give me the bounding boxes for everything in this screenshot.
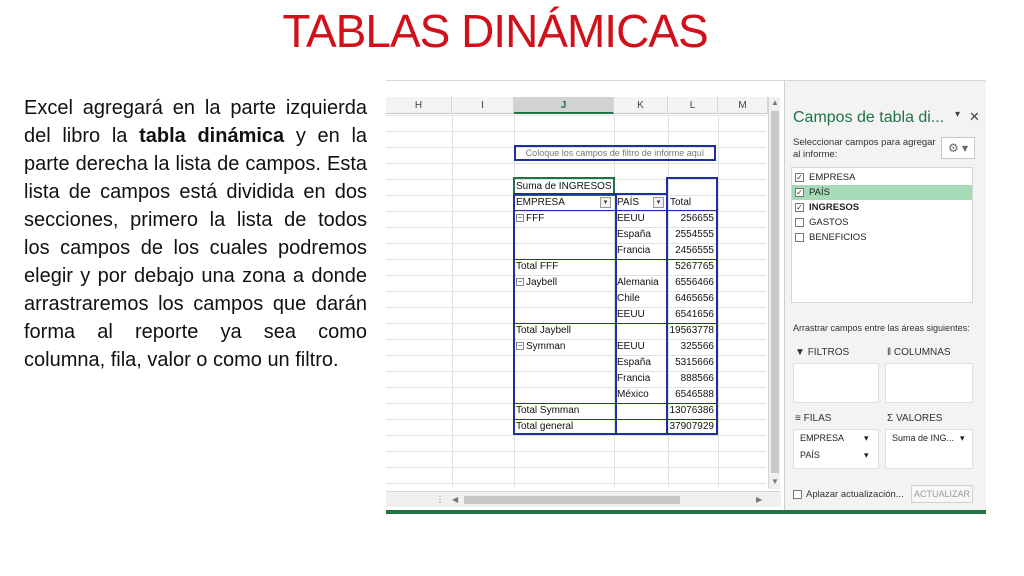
defer-update-label: Aplazar actualización... [806, 489, 904, 500]
checkbox-ingresos[interactable]: ✓ [795, 203, 804, 212]
columns-drop-zone[interactable] [885, 363, 973, 403]
close-icon[interactable]: ✕ [969, 109, 980, 125]
defer-update-option[interactable]: Aplazar actualización... [793, 489, 904, 500]
field-label: BENEFICIOS [809, 232, 867, 243]
pivot-frame-empresa [513, 193, 617, 435]
row-chip-empresa[interactable]: EMPRESA [800, 433, 844, 443]
chip-label: Suma de ING... [892, 433, 955, 443]
field-beneficios[interactable]: BENEFICIOS [792, 230, 972, 245]
field-label: PAÍS [809, 187, 830, 198]
column-header-m[interactable]: M [718, 97, 768, 114]
rows-icon: ≡ [795, 413, 804, 424]
field-gastos[interactable]: GASTOS [792, 215, 972, 230]
paragraph-part-2: y en la parte derecha la lista de campos… [24, 125, 368, 371]
gear-icon[interactable]: ⚙ ▾ [941, 137, 975, 159]
slide-title: TABLAS DINÁMICAS [282, 5, 708, 57]
slide-paragraph: Excel agregará en la parte izquierda del… [24, 94, 367, 374]
vertical-scrollbar[interactable]: ▲ ▼ [768, 97, 780, 489]
chip-label: EMPRESA [800, 433, 845, 443]
values-drop-zone[interactable]: Suma de ING... ▾ [885, 429, 973, 469]
rows-area-text: FILAS [803, 413, 832, 424]
field-empresa[interactable]: ✓ EMPRESA [792, 170, 972, 185]
update-button[interactable]: ACTUALIZAR [911, 485, 973, 503]
column-header-j[interactable]: J [514, 97, 614, 114]
pivot-field-list-pane: Campos de tabla di... ▾ ✕ Seleccionar ca… [784, 81, 986, 514]
scroll-up-icon[interactable]: ▲ [771, 98, 779, 107]
value-chip-ingresos[interactable]: Suma de ING... [892, 433, 954, 443]
columns-area-text: COLUMNAS [893, 347, 951, 358]
filter-icon: ▼ [795, 347, 808, 358]
report-filter-drop-zone[interactable]: Coloque los campos de filtro de informe … [514, 145, 716, 161]
horizontal-scroll-thumb[interactable] [464, 496, 680, 504]
column-header-l[interactable]: L [668, 97, 718, 114]
chevron-down-icon[interactable]: ▾ [960, 433, 965, 444]
filters-area-text: FILTROS [807, 347, 850, 358]
checkbox-empresa[interactable]: ✓ [795, 173, 804, 182]
column-headers: H I J K L M [386, 97, 771, 114]
scroll-right-icon[interactable]: ▶ [756, 495, 762, 504]
sheet-options-icon[interactable]: ⋮ [436, 495, 444, 504]
columns-icon: ‖ [887, 347, 894, 358]
worksheet-grid: H I J K L M Coloque los campos de filtro… [386, 81, 781, 507]
pane-title: Campos de tabla di... [793, 109, 945, 126]
chevron-down-icon[interactable]: ▾ [864, 450, 869, 461]
checkbox-beneficios[interactable] [795, 233, 804, 242]
pivot-frame-pais [615, 193, 668, 435]
scroll-left-icon[interactable]: ◀ [452, 495, 458, 504]
pane-options-chevron-icon[interactable]: ▾ [955, 109, 960, 120]
column-header-i[interactable]: I [452, 97, 514, 114]
field-label: INGRESOS [809, 202, 860, 213]
column-header-h[interactable]: H [386, 97, 452, 114]
chip-label: PAÍS [800, 450, 820, 460]
field-label: GASTOS [809, 217, 849, 228]
rows-area-label: ≡ FILAS [795, 413, 831, 424]
checkbox-gastos[interactable] [795, 218, 804, 227]
chevron-down-icon[interactable]: ▾ [864, 433, 869, 444]
vertical-scroll-thumb[interactable] [771, 111, 779, 473]
filters-drop-zone[interactable] [793, 363, 879, 403]
excel-status-bar-accent [386, 510, 986, 514]
field-label: EMPRESA [809, 172, 856, 183]
defer-update-checkbox[interactable] [793, 489, 802, 499]
paragraph-bold-term: tabla dinámica [139, 125, 285, 147]
checkbox-pais[interactable]: ✓ [795, 188, 804, 197]
pivot-frame-total [666, 177, 718, 435]
horizontal-scrollbar[interactable]: ⋮ ◀ ▶ [386, 491, 781, 507]
column-header-k[interactable]: K [614, 97, 668, 114]
filters-area-label: ▼ FILTROS [795, 347, 849, 358]
sigma-icon: Σ [887, 413, 896, 424]
excel-screenshot: H I J K L M Coloque los campos de filtro… [386, 80, 986, 514]
scroll-down-icon[interactable]: ▼ [771, 477, 779, 486]
field-list: ✓ EMPRESA ✓ PAÍS ✓ INGRESOS GASTOS BENEF… [791, 167, 973, 303]
rows-drop-zone[interactable]: EMPRESA ▾ PAÍS ▾ [793, 429, 879, 469]
field-ingresos[interactable]: ✓ INGRESOS [792, 200, 972, 215]
field-pais[interactable]: ✓ PAÍS [792, 185, 972, 200]
values-area-label: Σ VALORES [887, 413, 942, 424]
values-area-text: VALORES [895, 413, 943, 424]
columns-area-label: ‖ COLUMNAS [887, 347, 951, 358]
drag-hint: Arrastrar campos entre las áreas siguien… [793, 323, 970, 333]
pane-subtitle: Seleccionar campos para agregar al infor… [793, 137, 936, 160]
row-chip-pais[interactable]: PAÍS [800, 450, 820, 460]
